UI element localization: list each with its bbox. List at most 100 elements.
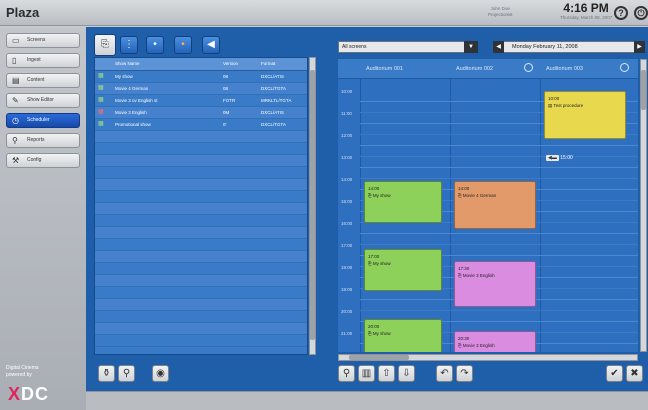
help-button[interactable]: ? [614,6,628,20]
sidebar-item-scheduler[interactable]: ◷ Scheduler [6,113,80,128]
sidebar-item-config[interactable]: ⚒ Config [6,153,80,168]
table-row[interactable]: ▦ Promotional show 0' DXCL/TGTA [95,119,307,131]
schedule-event[interactable]: 14:00 ⎘ My show [364,181,442,223]
row-name: Movie 3 English [115,110,147,115]
column-show-name[interactable]: Show Name [115,61,140,66]
row-name: Movie 4 German [115,86,149,91]
scrollbar-thumb[interactable] [641,70,646,110]
event-time: 17:30 [458,266,470,271]
shows-panel: ⎘ ⋮ • • ◀ Show Name Version Format ▦ My … [94,33,316,355]
preview-button[interactable]: ◉ [152,365,169,382]
auditorium-header: Auditorium 001 [366,66,403,72]
search-button[interactable]: ⚲ [118,365,135,382]
grid-line [360,156,638,157]
screen-filter-select[interactable]: All screens [338,41,478,53]
column-format[interactable]: Format [261,61,275,66]
cancel-button[interactable]: ✖ [626,365,643,382]
power-button[interactable]: ⏻ [634,6,648,20]
show-red-icon: ▦ [98,109,104,115]
event-time: 10:00 [548,96,560,101]
table-row [95,311,307,323]
schedule-event[interactable]: 10:00 ▤ Test procedure [544,91,626,139]
undo-button[interactable]: ↶ [436,365,453,382]
sidebar-item-reports[interactable]: ⚲ Reports [6,133,80,148]
scrollbar-thumb[interactable] [310,70,315,340]
shows-icon: ⎘ [101,39,109,50]
sidebar-item-label: Content [27,77,45,83]
show-icon: ▦ [98,85,104,91]
column-divider [540,79,541,352]
tab-marker-c[interactable]: ◀ [202,36,220,54]
table-row [95,239,307,251]
event-title: Movie 3 English [462,343,495,348]
event-title: Movie 4 German [462,193,497,198]
table-row[interactable]: ▦ My show 08 DXCL/ATIS [95,71,307,83]
grid-line [360,244,638,245]
calendar-header: Auditorium 001 Auditorium 002 Auditorium… [338,59,638,79]
column-version[interactable]: Version [223,61,238,66]
schedule-event[interactable]: 17:00 ⎘ My show [364,249,442,291]
row-format: MRKLTL/TGTA [261,98,292,103]
redo-button[interactable]: ↷ [456,365,473,382]
preview-icon: ◉ [156,368,165,379]
next-day-button[interactable]: ▶ [634,41,645,53]
tab-shows[interactable]: ⎘ [94,34,116,56]
row-format: DXCL/TGTA [261,86,286,91]
row-format: DXCL/TGTA [261,122,286,127]
schedule-event[interactable]: 20:30 ⎘ Movie 3 English [454,331,536,352]
table-row[interactable]: ▦ Movie 3 English 0M DXCL/ATIS [95,107,307,119]
sidebar-item-label: Config [27,157,42,163]
calendar-hscrollbar[interactable] [338,354,638,361]
sidebar-item-screens[interactable]: ▭ Screens [6,33,80,48]
time-label: 21:00 [341,331,353,336]
confirm-button[interactable]: ✔ [606,365,623,382]
table-row [95,287,307,299]
filter-button[interactable]: ⚱ [98,365,115,382]
table-row[interactable]: ▦ Movie 3 ov English st FOTR MRKLTL/TGTA [95,95,307,107]
shows-table: Show Name Version Format ▦ My show 08 DX… [94,57,308,355]
time-label: 15:00 [341,199,353,204]
clock-icon[interactable] [524,63,533,72]
table-row [95,335,307,347]
event-time: 20:00 [368,324,380,329]
move-down-button[interactable]: ⇩ [398,365,415,382]
schedule-controls: All screens ▼ Monday February 11, 2008 ◀… [338,41,645,55]
delete-button[interactable]: ▥ [358,365,375,382]
title-bar: Plaza John Doe Projectionist 4:16 PM Thu… [0,0,648,26]
time-label: 16:00 [341,221,353,226]
shows-scrollbar[interactable] [309,57,316,355]
chevron-down-icon: ▼ [468,44,474,50]
column-divider [450,79,451,352]
tab-ingest[interactable]: ⋮ [120,36,138,54]
schedule-event[interactable]: 17:30 ⎘ Movie 3 English [454,261,536,307]
table-row [95,215,307,227]
sidebar-item-content[interactable]: ▤ Content [6,73,80,88]
clock-time: 4:16 PM [563,1,609,15]
schedule-event[interactable]: 14:00 ⎘ Movie 4 German [454,181,536,229]
move-up-button[interactable]: ⇧ [378,365,395,382]
tag-icon: ◀▬ [546,155,559,161]
date-field[interactable]: Monday February 11, 2008 [493,41,645,53]
undo-icon: ↶ [440,368,449,379]
grid-line [360,178,638,179]
time-label: 10:00 [341,89,353,94]
calendar-vscrollbar[interactable] [640,59,647,352]
tab-marker-a[interactable]: • [146,36,164,54]
table-row [95,203,307,215]
row-version: FOTR [223,98,236,103]
xdc-logo: XDC [8,384,50,404]
screen-filter-dropdown-button[interactable]: ▼ [464,41,478,53]
schedule-event[interactable]: 20:00 ⎘ My show [364,319,442,352]
table-row[interactable]: ▦ Movie 4 German 08 DXCL/TGTA [95,83,307,95]
list-icon: ⋮ [124,39,134,50]
scrollbar-thumb[interactable] [349,355,409,360]
dot-icon: • [153,39,157,50]
prev-day-button[interactable]: ◀ [493,41,504,53]
time-marker[interactable]: ◀▬ 15:00 [546,155,573,161]
clock-icon[interactable] [620,63,629,72]
tab-marker-b[interactable]: • [174,36,192,54]
sidebar-item-ingest[interactable]: ▯ Ingest [6,53,80,68]
zoom-button[interactable]: ⚲ [338,365,355,382]
event-time: 20:30 [458,336,470,341]
sidebar-item-show-editor[interactable]: ✎ Show Editor [6,93,80,108]
